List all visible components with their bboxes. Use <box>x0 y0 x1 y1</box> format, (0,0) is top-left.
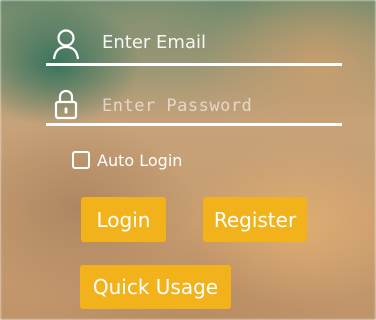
email-field[interactable]: Enter Email <box>46 22 342 66</box>
lock-icon <box>52 88 80 120</box>
email-placeholder: Enter Email <box>102 32 206 53</box>
password-field[interactable]: Enter Password <box>46 82 342 126</box>
auto-login-checkbox[interactable] <box>72 151 90 169</box>
password-placeholder: Enter Password <box>102 96 253 116</box>
auto-login-option[interactable]: Auto Login <box>72 148 182 172</box>
password-underline <box>46 123 342 126</box>
email-underline <box>46 63 342 66</box>
user-icon <box>52 28 80 60</box>
auto-login-label: Auto Login <box>97 150 183 170</box>
quick-usage-button[interactable]: Quick Usage <box>80 265 231 309</box>
register-button[interactable]: Register <box>203 197 307 242</box>
login-button[interactable]: Login <box>81 197 166 242</box>
